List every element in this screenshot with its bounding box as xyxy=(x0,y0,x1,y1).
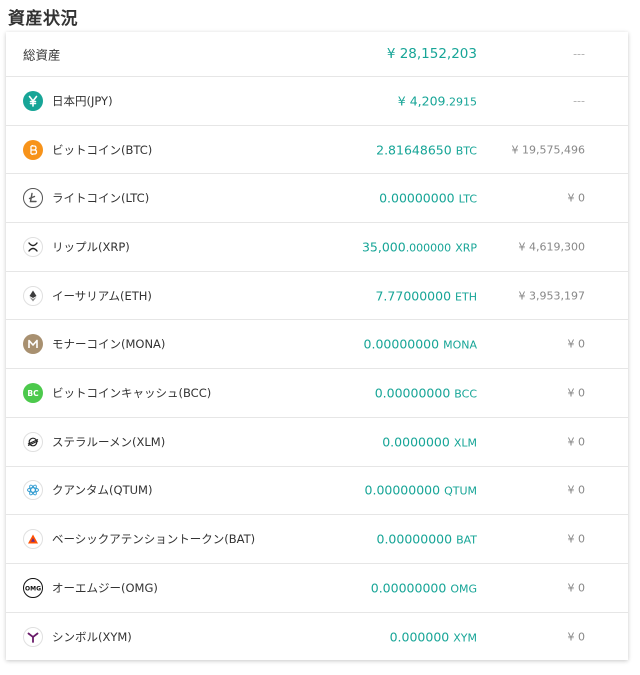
omg-icon: OMG xyxy=(23,577,43,598)
asset-name: 日本円(JPY) xyxy=(52,93,113,108)
asset-row-bat[interactable]: ベーシックアテンショントークン(BAT) 0.00000000 BAT ¥ 0 xyxy=(6,515,628,564)
total-assets-row: 総資産 ¥ 28,152,203 --- xyxy=(6,32,628,77)
asset-amount: 0.00000000 QTUM xyxy=(364,482,477,498)
asset-name: オーエムジー(OMG) xyxy=(52,580,158,595)
total-assets-jpy: --- xyxy=(573,47,585,61)
asset-row-eth[interactable]: イーサリアム(ETH) 7.77000000 ETH ¥ 3,953,197 xyxy=(6,272,628,321)
asset-jpy-value: ¥ 0 xyxy=(567,581,586,595)
asset-name: シンボル(XYM) xyxy=(52,629,132,644)
asset-row-btc[interactable]: ビットコイン(BTC) 2.81648650 BTC ¥ 19,575,496 xyxy=(6,126,628,175)
litecoin-icon xyxy=(23,188,43,209)
asset-row-xrp[interactable]: リップル(XRP) 35,000.000000 XRP ¥ 4,619,300 xyxy=(6,223,628,272)
asset-jpy-value: ¥ 0 xyxy=(567,386,586,400)
bat-icon xyxy=(23,529,43,550)
svg-text:BC: BC xyxy=(27,389,39,398)
asset-amount: 35,000.000000 XRP xyxy=(361,239,477,255)
asset-name: ベーシックアテンショントークン(BAT) xyxy=(52,532,256,547)
asset-jpy-value: ¥ 0 xyxy=(567,483,586,497)
asset-jpy-value: --- xyxy=(573,94,585,108)
asset-jpy-value: ¥ 0 xyxy=(567,191,586,205)
asset-jpy-value: ¥ 0 xyxy=(567,337,586,351)
bitcoin-cash-icon: BC xyxy=(23,382,43,403)
total-assets-amount: ¥ 28,152,203 xyxy=(386,46,477,62)
asset-name: ビットコインキャッシュ(BCC) xyxy=(52,385,212,400)
asset-jpy-value: ¥ 0 xyxy=(567,435,586,449)
asset-jpy-value: ¥ 0 xyxy=(567,630,586,644)
ripple-icon xyxy=(23,236,43,257)
asset-amount: 0.00000000 MONA xyxy=(363,336,477,352)
asset-jpy-value: ¥ 4,619,300 xyxy=(518,240,585,254)
asset-name: リップル(XRP) xyxy=(52,239,130,254)
symbol-icon xyxy=(23,626,43,647)
stellar-icon xyxy=(23,431,43,452)
yen-icon xyxy=(23,90,43,111)
asset-name: モナーコイン(MONA) xyxy=(52,337,166,352)
asset-amount: 0.00000000 LTC xyxy=(379,190,477,206)
bitcoin-icon xyxy=(23,139,43,160)
asset-name: ステラルーメン(XLM) xyxy=(52,434,166,449)
asset-amount: 0.00000000 OMG xyxy=(370,580,477,596)
asset-amount: ¥ 4,209.2915 xyxy=(397,93,477,109)
asset-amount: 7.77000000 ETH xyxy=(375,288,477,304)
asset-row-xym[interactable]: シンボル(XYM) 0.000000 XYM ¥ 0 xyxy=(6,613,628,662)
asset-amount: 0.0000000 XLM xyxy=(382,434,477,450)
svg-text:OMG: OMG xyxy=(25,585,41,592)
asset-row-qtum[interactable]: クアンタム(QTUM) 0.00000000 QTUM ¥ 0 xyxy=(6,467,628,516)
asset-jpy-value: ¥ 0 xyxy=(567,532,586,546)
asset-name: ライトコイン(LTC) xyxy=(52,191,150,206)
asset-amount: 0.00000000 BCC xyxy=(374,385,477,401)
asset-row-omg[interactable]: OMG オーエムジー(OMG) 0.00000000 OMG ¥ 0 xyxy=(6,564,628,613)
asset-card: 総資産 ¥ 28,152,203 --- 日本円(JPY) ¥ 4,209.29… xyxy=(6,32,628,660)
ethereum-icon xyxy=(23,285,43,306)
asset-name: クアンタム(QTUM) xyxy=(52,483,153,498)
asset-jpy-value: ¥ 19,575,496 xyxy=(511,143,585,157)
monacoin-icon xyxy=(23,334,43,355)
asset-amount: 0.000000 XYM xyxy=(389,629,477,645)
asset-row-xlm[interactable]: ステラルーメン(XLM) 0.0000000 XLM ¥ 0 xyxy=(6,418,628,467)
page-title: 資産状況 xyxy=(8,9,78,29)
asset-jpy-value: ¥ 3,953,197 xyxy=(518,289,585,303)
asset-name: ビットコイン(BTC) xyxy=(52,142,153,157)
asset-amount: 0.00000000 BAT xyxy=(376,531,478,547)
asset-row-mona[interactable]: モナーコイン(MONA) 0.00000000 MONA ¥ 0 xyxy=(6,320,628,370)
qtum-icon xyxy=(23,480,43,501)
asset-row-jpy[interactable]: 日本円(JPY) ¥ 4,209.2915 --- xyxy=(6,77,628,126)
asset-row-bcc[interactable]: BC ビットコインキャッシュ(BCC) 0.00000000 BCC ¥ 0 xyxy=(6,369,628,418)
asset-name: イーサリアム(ETH) xyxy=(52,288,152,303)
asset-amount: 2.81648650 BTC xyxy=(376,142,477,158)
total-assets-label: 総資産 xyxy=(23,47,61,63)
asset-row-ltc[interactable]: ライトコイン(LTC) 0.00000000 LTC ¥ 0 xyxy=(6,174,628,224)
